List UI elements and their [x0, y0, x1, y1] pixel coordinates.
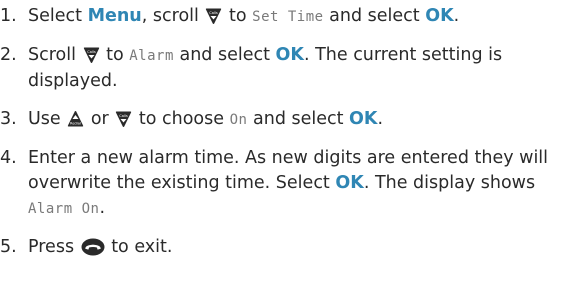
step-text: Press	[28, 237, 80, 257]
step-text: .	[453, 6, 460, 26]
step-text: and select	[247, 109, 350, 129]
step-text: to choose	[133, 109, 230, 129]
step-text: .	[377, 109, 384, 129]
step-number: 4.	[0, 148, 17, 168]
step-1: 1. Select Menu, scroll Calls to Set Time…	[0, 4, 577, 30]
step-text: , scroll	[141, 6, 205, 26]
lcd-text: Set Time	[252, 9, 324, 25]
step-text: and select	[323, 6, 426, 26]
ok-key-label: OK	[335, 173, 364, 193]
lcd-text: Alarm On	[28, 201, 100, 217]
end-call-icon	[81, 238, 105, 256]
step-4: 4. Enter a new alarm time. As new digits…	[0, 146, 577, 222]
step-2: 2. Scroll Calls to Alarm and select OK. …	[0, 43, 577, 94]
step-text: Use	[28, 109, 67, 129]
svg-text:Calls: Calls	[120, 114, 129, 118]
step-number: 1.	[0, 6, 17, 26]
step-text: .	[99, 198, 106, 218]
step-number: 2.	[0, 45, 17, 65]
svg-text:Redial: Redial	[70, 121, 81, 125]
svg-text:Calls: Calls	[210, 11, 219, 15]
step-5: 5. Press to exit.	[0, 235, 577, 260]
step-text: and select	[173, 45, 276, 65]
step-text: Select	[28, 6, 88, 26]
ok-key-label: OK	[425, 6, 454, 26]
steps-list: 1. Select Menu, scroll Calls to Set Time…	[0, 4, 577, 260]
step-text: . The display shows	[363, 173, 536, 193]
ok-key-label: OK	[275, 45, 304, 65]
instruction-page: 1. Select Menu, scroll Calls to Set Time…	[0, 0, 577, 294]
svg-text:Calls: Calls	[87, 50, 96, 54]
step-3: 3. Use Redial or Calls to choose On and …	[0, 107, 577, 133]
step-text: Scroll	[28, 45, 82, 65]
calls-down-icon: Calls	[115, 110, 132, 128]
calls-down-icon: Calls	[83, 46, 100, 64]
menu-key-label: Menu	[87, 6, 142, 26]
step-text: to	[223, 6, 253, 26]
step-text: or	[85, 109, 115, 129]
redial-up-icon: Redial	[67, 110, 84, 128]
calls-down-icon: Calls	[205, 7, 222, 25]
step-number: 3.	[0, 109, 17, 129]
step-number: 5.	[0, 237, 17, 257]
lcd-text: Alarm	[129, 48, 174, 64]
lcd-text: On	[229, 112, 248, 128]
step-text: to exit.	[105, 237, 173, 257]
step-text: to	[100, 45, 130, 65]
ok-key-label: OK	[349, 109, 378, 129]
